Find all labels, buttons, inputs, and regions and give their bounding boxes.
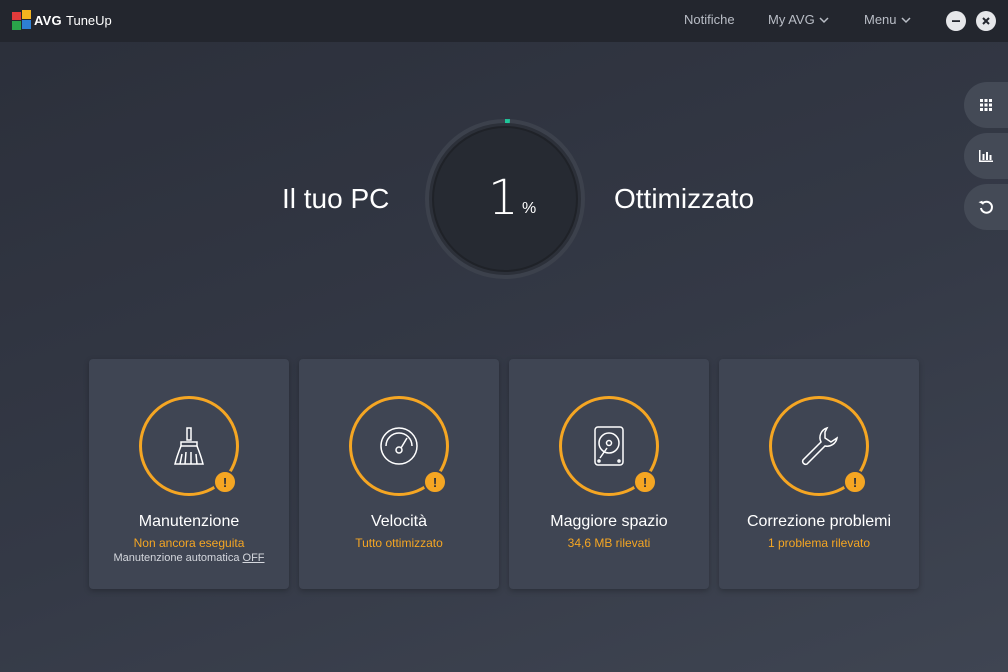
minimize-button[interactable]	[946, 11, 966, 31]
hero-status-label: Ottimizzato	[614, 183, 755, 214]
close-button[interactable]	[976, 11, 996, 31]
performance-chart-icon	[979, 150, 993, 162]
optimization-percent: 1	[488, 170, 519, 226]
warning-badge-icon: !	[423, 470, 447, 494]
card-title: Maggiore spazio	[550, 513, 668, 530]
troubleshooting-card[interactable]: ! Correzione problemi 1 problema rilevat…	[719, 359, 919, 589]
card-title: Velocità	[370, 513, 428, 530]
main-menu[interactable]: Menu	[864, 12, 911, 27]
apps-button[interactable]	[964, 82, 1008, 128]
auto-maintenance-label: Manutenzione automatica	[113, 552, 240, 564]
apps-grid-icon	[980, 99, 992, 111]
speedometer-icon	[380, 427, 418, 465]
undo-button[interactable]	[964, 184, 1008, 230]
card-title: Manutenzione	[138, 513, 240, 530]
maintenance-card[interactable]: ! Manutenzione Non ancora eseguita Manut…	[89, 359, 289, 589]
broom-icon	[174, 427, 204, 465]
card-status: 34,6 MB rilevati	[567, 536, 651, 550]
percent-sign: %	[522, 200, 537, 217]
my-avg-menu[interactable]: My AVG	[768, 12, 829, 27]
notifications-menu[interactable]: Notifiche	[684, 12, 735, 27]
undo-icon	[978, 200, 993, 214]
brand-name: AVG	[34, 13, 62, 28]
minimize-icon	[952, 20, 960, 22]
wrench-icon	[801, 426, 839, 466]
hero-pc-label: Il tuo PC	[282, 183, 390, 214]
card-status: Tutto ottimizzato	[355, 536, 443, 550]
menu-label: Menu	[864, 12, 897, 27]
speed-card[interactable]: ! Velocità Tutto ottimizzato	[299, 359, 499, 589]
warning-badge-icon: !	[213, 470, 237, 494]
performance-button[interactable]	[964, 133, 1008, 179]
warning-badge-icon: !	[633, 470, 657, 494]
auto-maintenance-row: Manutenzione automatica OFF	[89, 552, 289, 564]
card-status: Non ancora eseguita	[133, 536, 245, 550]
card-title: Correzione problemi	[746, 513, 892, 530]
avg-logo-icon	[12, 10, 31, 30]
warning-badge-icon: !	[843, 470, 867, 494]
auto-maintenance-toggle[interactable]: OFF	[243, 552, 265, 564]
notifications-label: Notifiche	[684, 12, 735, 27]
close-icon	[982, 17, 990, 25]
disk-space-card[interactable]: ! Maggiore spazio 34,6 MB rilevati	[509, 359, 709, 589]
my-avg-label: My AVG	[768, 12, 815, 27]
chevron-down-icon	[819, 16, 829, 23]
hard-drive-icon	[594, 426, 624, 466]
title-bar: AVG TuneUp Notifiche My AVG Menu	[0, 0, 1008, 42]
chevron-down-icon	[901, 16, 911, 23]
product-name: TuneUp	[66, 13, 112, 28]
card-status: 1 problema rilevato	[767, 536, 871, 550]
